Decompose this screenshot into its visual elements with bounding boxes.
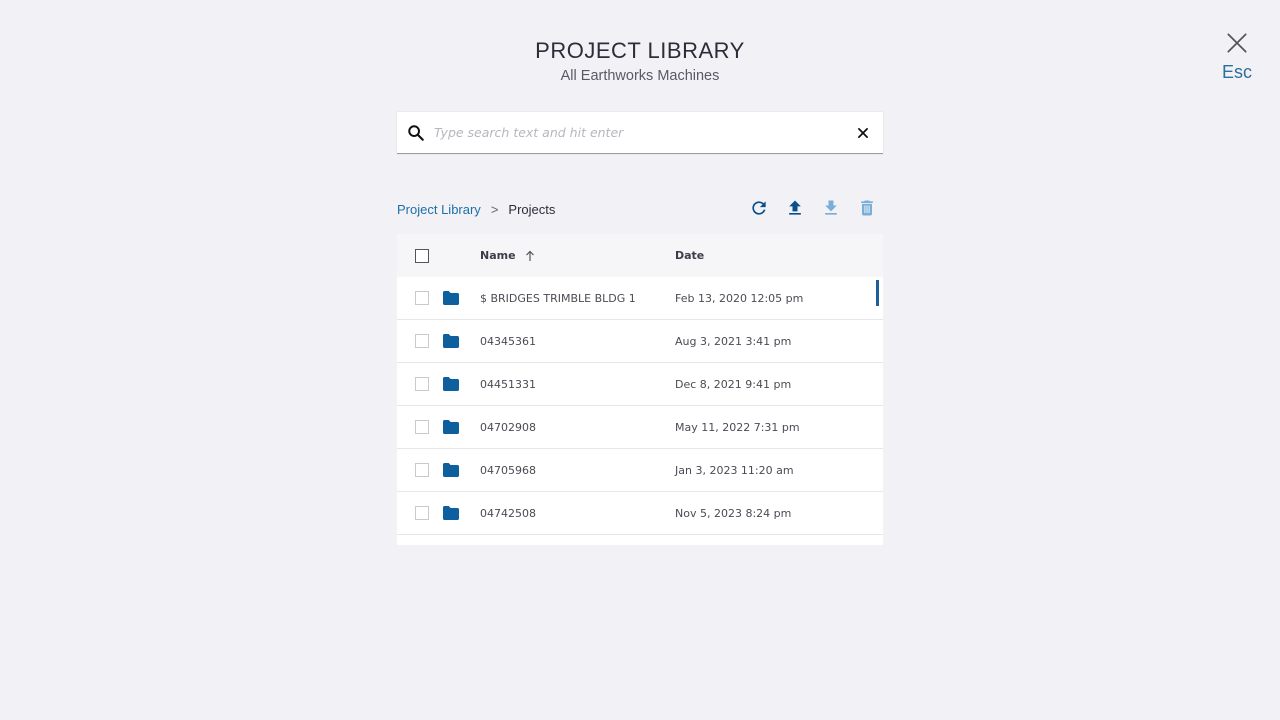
delete-icon: [861, 200, 873, 216]
table-row[interactable]: 04705968 Jan 3, 2023 11:20 am: [397, 449, 883, 492]
folder-icon: [443, 377, 459, 391]
folder-icon: [443, 334, 459, 348]
breadcrumb-projects: Projects: [508, 201, 556, 217]
row-date: Aug 3, 2021 3:41 pm: [675, 334, 792, 348]
page-header: PROJECT LIBRARY All Earthworks Machines: [0, 38, 1280, 84]
table-row[interactable]: 04451331 Dec 8, 2021 9:41 pm: [397, 363, 883, 406]
row-checkbox-cell: [397, 291, 442, 305]
page-title: PROJECT LIBRARY: [535, 38, 745, 63]
project-library-page: PROJECT LIBRARY All Earthworks Machines …: [0, 0, 1280, 720]
breadcrumb-project-library[interactable]: Project Library: [397, 202, 481, 217]
row-checkbox-cell: [397, 463, 442, 477]
search-icon[interactable]: [407, 124, 425, 142]
folder-icon: [443, 463, 459, 477]
folder-icon: [443, 291, 459, 305]
close-control: Esc: [1222, 30, 1252, 83]
folder-cell: [442, 419, 480, 435]
table-scrollbar-thumb[interactable]: [876, 280, 879, 306]
toolbar: [749, 197, 877, 219]
select-all-cell: [397, 248, 442, 263]
select-all-checkbox[interactable]: [415, 248, 429, 263]
refresh-button[interactable]: [749, 197, 769, 219]
download-button[interactable]: [821, 197, 841, 219]
table-row[interactable]: 04702908 May 11, 2022 7:31 pm: [397, 406, 883, 449]
row-date: Dec 8, 2021 9:41 pm: [675, 377, 792, 391]
folder-cell: [442, 290, 480, 306]
folder-icon: [443, 420, 459, 434]
folder-cell: [442, 505, 480, 521]
row-checkbox-cell: [397, 334, 442, 348]
folder-icon: [443, 506, 459, 520]
row-date: May 11, 2022 7:31 pm: [675, 420, 800, 434]
row-name: 04742508: [480, 506, 536, 520]
name-column-label: Name: [480, 249, 516, 262]
row-checkbox-cell: [397, 506, 442, 520]
clear-search-icon[interactable]: [856, 126, 870, 140]
row-name: 04345361: [480, 334, 536, 348]
row-name: 04702908: [480, 420, 536, 434]
breadcrumb: Project Library > Projects: [397, 200, 555, 218]
search-bar: [397, 112, 883, 154]
folder-cell: [442, 376, 480, 392]
close-icon[interactable]: [1224, 30, 1250, 56]
folder-cell: [442, 462, 480, 478]
row-name: 04451331: [480, 377, 536, 391]
table-row[interactable]: 04345361 Aug 3, 2021 3:41 pm: [397, 320, 883, 363]
row-name: 04705968: [480, 463, 536, 477]
row-checkbox[interactable]: [415, 377, 429, 391]
page-subtitle: All Earthworks Machines: [560, 68, 720, 84]
delete-button[interactable]: [857, 197, 877, 219]
table-header: Name Date: [397, 234, 883, 277]
breadcrumb-separator: >: [490, 201, 499, 217]
row-date: Feb 13, 2020 12:05 pm: [675, 291, 804, 305]
project-table: Name Date $ BRIDGES TRIMBLE BLDG 1 Feb 1…: [397, 234, 883, 545]
row-date: Jan 3, 2023 11:20 am: [675, 463, 794, 477]
row-checkbox[interactable]: [415, 506, 429, 520]
table-row[interactable]: 04742508 Nov 5, 2023 8:24 pm: [397, 492, 883, 535]
search-input[interactable]: [434, 125, 848, 140]
row-name: $ BRIDGES TRIMBLE BLDG 1: [480, 291, 636, 305]
table-row[interactable]: $ BRIDGES TRIMBLE BLDG 1 Feb 13, 2020 12…: [397, 277, 883, 320]
row-checkbox[interactable]: [415, 420, 429, 434]
name-column-header[interactable]: Name: [480, 249, 675, 262]
row-checkbox[interactable]: [415, 291, 429, 305]
row-checkbox[interactable]: [415, 334, 429, 348]
esc-button[interactable]: Esc: [1222, 62, 1252, 83]
refresh-icon: [752, 201, 766, 215]
row-checkbox-cell: [397, 377, 442, 391]
sort-ascending-icon[interactable]: [525, 250, 535, 262]
row-checkbox-cell: [397, 420, 442, 434]
row-checkbox[interactable]: [415, 463, 429, 477]
upload-button[interactable]: [785, 197, 805, 219]
upload-icon: [789, 200, 801, 215]
date-column-header[interactable]: Date: [675, 249, 883, 262]
download-icon: [825, 200, 837, 215]
folder-cell: [442, 333, 480, 349]
row-date: Nov 5, 2023 8:24 pm: [675, 506, 792, 520]
